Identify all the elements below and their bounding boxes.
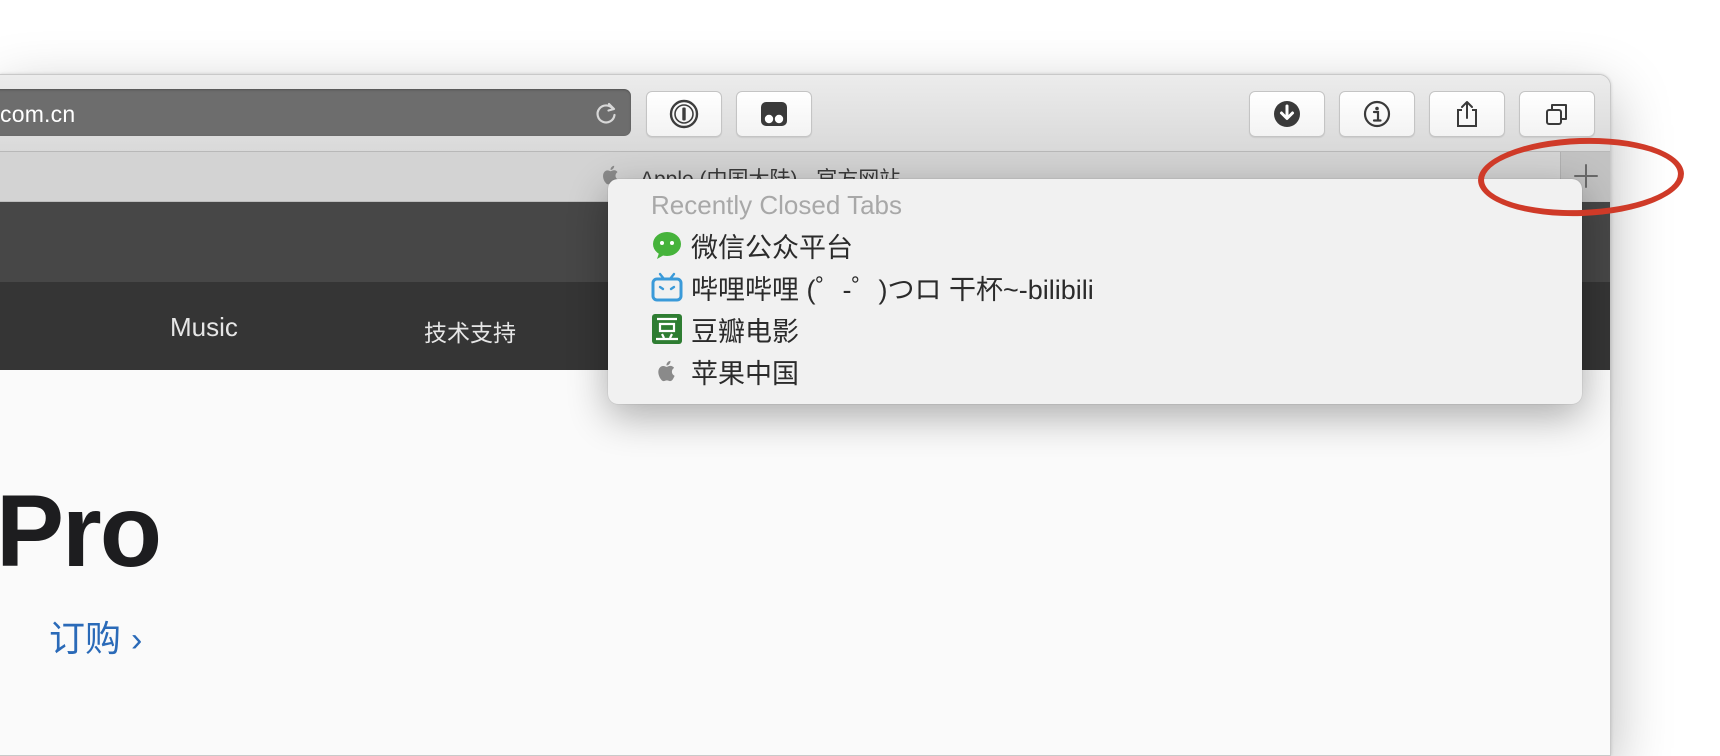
order-link[interactable]: 订购 › bbox=[49, 610, 142, 662]
address-text: com.cn bbox=[0, 101, 76, 127]
menu-item-label: 微信公众平台 bbox=[691, 232, 853, 263]
share-icon bbox=[1457, 101, 1477, 127]
chevron-right-icon: › bbox=[131, 621, 143, 659]
subnav-item-support[interactable]: 技术支持 bbox=[424, 314, 516, 348]
recently-closed-tabs-menu: Recently Closed Tabs 微信公众平台 哔哩哔哩 (゜-゜)つロ… bbox=[608, 179, 1582, 404]
address-bar[interactable]: com.cn bbox=[0, 89, 631, 136]
hero-title: Pro bbox=[0, 474, 162, 588]
menu-item-wechat[interactable]: 微信公众平台 bbox=[651, 227, 853, 263]
menu-item-bilibili[interactable]: 哔哩哔哩 (゜-゜)つロ 干杯~-bilibili bbox=[651, 269, 1094, 305]
browser-toolbar: com.cn bbox=[0, 75, 1610, 152]
browser-window: com.cn Music 技术支持 Pro 订购 › bbox=[0, 74, 1611, 756]
tab-overview-button[interactable] bbox=[1519, 91, 1595, 137]
menu-header: Recently Closed Tabs bbox=[651, 190, 902, 220]
menu-item-douban[interactable]: 豆瓣电影 bbox=[651, 311, 799, 347]
share-button[interactable] bbox=[1429, 91, 1505, 137]
reload-icon[interactable] bbox=[593, 100, 619, 126]
downloads-button[interactable] bbox=[1249, 91, 1325, 137]
tabs-icon bbox=[1546, 104, 1567, 125]
1password-icon bbox=[669, 99, 699, 129]
download-icon bbox=[1274, 101, 1300, 127]
menu-item-label: 豆瓣电影 bbox=[691, 316, 799, 347]
douban-icon bbox=[651, 313, 683, 345]
subnav-item-music[interactable]: Music bbox=[170, 312, 238, 343]
page-content: Pro 订购 › bbox=[0, 370, 1610, 755]
ghostery-icon bbox=[761, 102, 787, 126]
order-link-label: 订购 bbox=[49, 618, 122, 659]
info-button[interactable] bbox=[1339, 91, 1415, 137]
info-icon bbox=[1363, 100, 1391, 128]
apple-icon bbox=[651, 355, 683, 387]
1password-button[interactable] bbox=[646, 91, 722, 137]
bilibili-icon bbox=[651, 271, 683, 303]
wechat-icon bbox=[651, 229, 683, 261]
menu-item-apple-china[interactable]: 苹果中国 bbox=[651, 353, 799, 389]
ghostery-button[interactable] bbox=[736, 91, 812, 137]
menu-item-label: 苹果中国 bbox=[691, 358, 799, 389]
menu-item-label: 哔哩哔哩 (゜-゜)つロ 干杯~-bilibili bbox=[691, 274, 1094, 305]
